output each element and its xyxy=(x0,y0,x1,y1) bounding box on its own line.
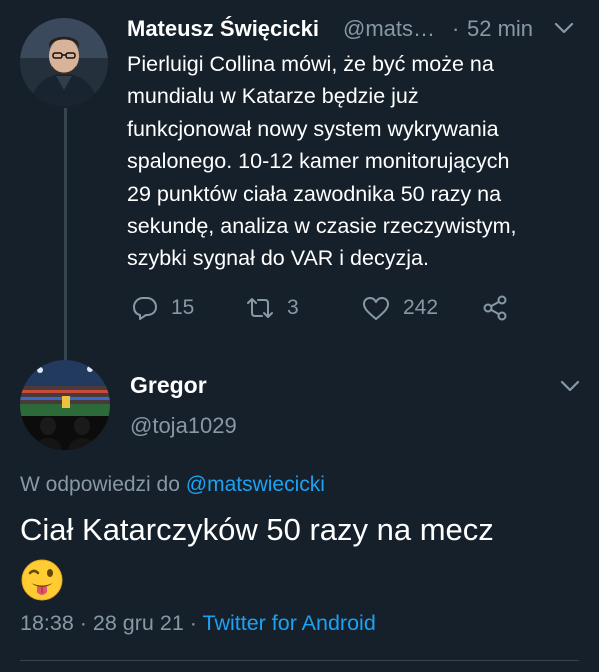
share-button[interactable] xyxy=(481,290,509,326)
retweet-icon xyxy=(247,298,273,318)
tweet1-text-line: spalonego. 10-12 kamer monitorujących xyxy=(127,149,510,174)
avatar-mateusz[interactable] xyxy=(20,18,108,106)
tweet1-text-line: Pierluigi Collina mówi, że być może na xyxy=(127,52,494,76)
tweet2-author-name[interactable]: Gregor xyxy=(130,372,207,399)
share-icon xyxy=(483,295,507,321)
meta-separator: · xyxy=(73,611,93,635)
like-button[interactable]: 242 xyxy=(361,290,438,326)
avatar-gregor[interactable] xyxy=(20,360,110,450)
tweet1-text-line: funkcjonował nowy system wykrywania xyxy=(127,116,499,141)
tweet1-text: Pierluigi Collina mówi, że być może na m… xyxy=(127,48,587,275)
heart-icon xyxy=(363,297,389,320)
reply-count: 15 xyxy=(171,296,195,319)
divider xyxy=(20,660,579,661)
tweet2-meta: 18:38 · 28 gru 21 · Twitter for Android xyxy=(20,611,376,636)
chevron-down-icon[interactable] xyxy=(553,20,575,36)
avatar-portrait-image xyxy=(20,18,108,106)
retweet-count: 3 xyxy=(287,296,299,319)
winking-face-with-tongue-emoji-icon xyxy=(21,559,63,601)
meta-separator: · xyxy=(183,611,203,635)
tweet1-timestamp[interactable]: 52 min xyxy=(467,16,533,42)
replying-to-label: W odpowiedzi do @matswiecicki xyxy=(20,473,325,497)
reply-mention-link[interactable]: @matswiecicki xyxy=(186,473,325,496)
chevron-down-icon[interactable] xyxy=(559,378,581,394)
reply-icon xyxy=(133,297,157,320)
retweet-button[interactable]: 3 xyxy=(245,290,299,326)
like-count: 242 xyxy=(403,296,439,319)
tweet1-actions: 15 3 242 xyxy=(127,290,587,326)
tweet1-text-line: szybki sygnał do VAR i decyzja. xyxy=(127,246,429,271)
tweet2-author-handle[interactable]: @toja1029 xyxy=(130,413,237,439)
reply-button[interactable]: 15 xyxy=(131,290,194,326)
tweet1-header: Mateusz Święcicki @mats… · 52 min xyxy=(127,16,587,48)
tweet1-text-line: sekundę, analiza w czasie rzeczywistym, xyxy=(127,214,517,239)
avatar-stadium-image xyxy=(20,360,110,450)
tweet1-author-name[interactable]: Mateusz Święcicki xyxy=(127,16,319,42)
tweet2-source-link[interactable]: Twitter for Android xyxy=(203,611,376,635)
tweet1-author-handle[interactable]: @mats… xyxy=(343,16,435,42)
tweet1-text-line: 29 punktów ciała zawodnika 50 razy na xyxy=(127,181,502,206)
reply-prefix: W odpowiedzi do xyxy=(20,473,186,496)
tweet2-time: 18:38 xyxy=(20,611,74,635)
thread-connector-line xyxy=(64,108,67,360)
tweet2-date: 28 gru 21 xyxy=(92,611,184,635)
tweet1-text-line: mundialu w Katarze będzie już xyxy=(127,84,419,109)
tweet1-separator: · xyxy=(452,16,460,41)
tweet2-text: Ciał Katarczyków 50 razy na mecz xyxy=(20,512,494,547)
